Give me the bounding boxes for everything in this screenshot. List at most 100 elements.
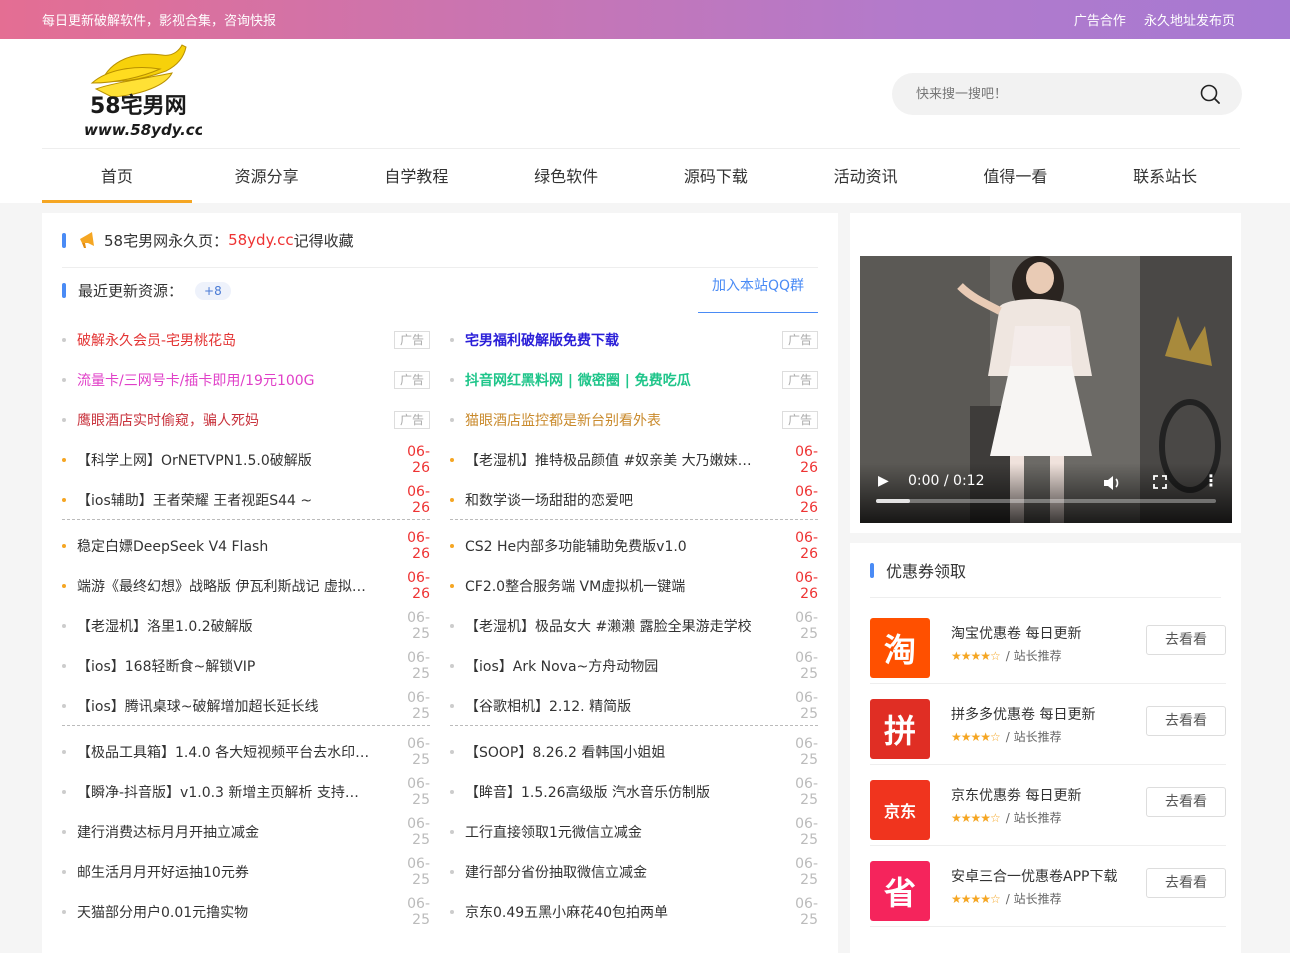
- item-title[interactable]: 【眸音】1.5.26高级版 汽水音乐仿制版: [465, 782, 778, 802]
- view-coupon-button[interactable]: 去看看: [1146, 868, 1226, 898]
- view-coupon-button[interactable]: 去看看: [1146, 706, 1226, 736]
- resource-list-item[interactable]: 【瞬净-抖音版】v1.0.3 新增主页解析 支持视频批量 06-25: [62, 772, 430, 812]
- video-progress-bar[interactable]: [876, 499, 1216, 503]
- resource-list-item[interactable]: CF2.0整合服务端 VM虚拟机一键端 06-26: [450, 566, 818, 606]
- item-title[interactable]: 建行部分省份抽取微信立减金: [465, 862, 778, 882]
- ad-tag: 广告: [781, 371, 818, 389]
- item-title[interactable]: 工行直接领取1元微信立减金: [465, 822, 778, 842]
- volume-icon[interactable]: [1103, 475, 1121, 491]
- coupon-app-icon[interactable]: 京东: [870, 780, 930, 840]
- resource-list-item[interactable]: 【科学上网】OrNETVPN1.5.0破解版 06-26: [62, 440, 430, 480]
- item-title[interactable]: 【ios】腾讯桌球~破解增加超长延长线: [77, 696, 390, 716]
- item-title[interactable]: 【ios辅助】王者荣耀 王者视距S44 ~: [77, 490, 390, 510]
- resource-list-item[interactable]: 【ios】腾讯桌球~破解增加超长延长线 06-25: [62, 686, 430, 726]
- ad-list-item[interactable]: 宅男福利破解版免费下载 广告: [450, 320, 818, 360]
- item-title[interactable]: 鹰眼酒店实时偷窥，骗人死妈: [77, 410, 394, 430]
- resource-list-item[interactable]: 【眸音】1.5.26高级版 汽水音乐仿制版 06-25: [450, 772, 818, 812]
- ad-list-item[interactable]: 破解永久会员-宅男桃花岛 广告: [62, 320, 430, 360]
- coupon-app-icon[interactable]: 省: [870, 861, 930, 921]
- view-coupon-button[interactable]: 去看看: [1146, 787, 1226, 817]
- nav-item-tutorials[interactable]: 自学教程: [342, 149, 492, 203]
- resource-list-item[interactable]: 和数学谈一场甜甜的恋爱吧 06-26: [450, 480, 818, 520]
- coupon-name[interactable]: 安卓三合一优惠卷APP下载: [951, 866, 1117, 886]
- search-input[interactable]: [892, 73, 1182, 115]
- nav-item-events[interactable]: 活动资讯: [791, 149, 941, 203]
- resource-list-item[interactable]: 【极品工具箱】1.4.0 各大短视频平台去水印 工具 06-25: [62, 732, 430, 772]
- item-title[interactable]: 端游《最终幻想》战略版 伊瓦利斯战记 虚拟机一键端: [77, 576, 390, 596]
- nav-item-worth-seeing[interactable]: 值得一看: [941, 149, 1091, 203]
- ad-list-item[interactable]: 流量卡/三网号卡/插卡即用/19元100G 广告: [62, 360, 430, 400]
- resource-list-item[interactable]: 【ios辅助】王者荣耀 王者视距S44 ~ 06-26: [62, 480, 430, 520]
- item-title[interactable]: 天猫部分用户0.01元撸实物: [77, 902, 390, 922]
- ad-list-item[interactable]: 抖音网红黑料网 | 微密圈 | 免费吃瓜 广告: [450, 360, 818, 400]
- item-title[interactable]: 邮生活月月开好运抽10元券: [77, 862, 390, 882]
- notice-suffix: 记得收藏: [293, 231, 354, 250]
- resource-list-item[interactable]: 建行消费达标月月开抽立减金 06-25: [62, 812, 430, 852]
- resource-list-item[interactable]: 【谷歌相机】2.12. 精简版 06-25: [450, 686, 818, 726]
- coupon-meta: ★★★★☆ / 站长推荐: [951, 728, 1062, 745]
- video-player[interactable]: ▶ 0:00 / 0:12 ⋮: [860, 256, 1232, 523]
- resource-list-item[interactable]: 【ios】Ark Nova~方舟动物园 06-25: [450, 646, 818, 686]
- notice-bar: 58宅男网永久页： 58ydy.cc 记得收藏: [62, 213, 818, 268]
- item-title[interactable]: 流量卡/三网号卡/插卡即用/19元100G: [77, 370, 394, 390]
- nav-item-home[interactable]: 首页: [42, 149, 192, 203]
- ad-cooperation-link[interactable]: 广告合作: [1074, 14, 1126, 29]
- resource-list-item[interactable]: 【老湿机】推特极品颜值 #奴亲美 大乃嫩妹网黄合集 06-26: [450, 440, 818, 480]
- item-title[interactable]: 【瞬净-抖音版】v1.0.3 新增主页解析 支持视频批量: [77, 782, 390, 802]
- nav-item-resources[interactable]: 资源分享: [192, 149, 342, 203]
- notice-domain[interactable]: 58ydy.cc: [228, 231, 294, 249]
- item-title[interactable]: CS2 He内部多功能辅助免费版v1.0: [465, 536, 778, 556]
- item-title[interactable]: 抖音网红黑料网 | 微密圈 | 免费吃瓜: [465, 370, 782, 390]
- nav-item-contact[interactable]: 联系站长: [1090, 149, 1240, 203]
- item-title[interactable]: 【老湿机】洛里1.0.2破解版: [77, 616, 390, 636]
- bullet-dot: [62, 624, 66, 628]
- item-title[interactable]: 京东0.49五黑小麻花40包拍两单: [465, 902, 778, 922]
- resource-list-item[interactable]: 邮生活月月开好运抽10元券 06-25: [62, 852, 430, 892]
- resource-list-item[interactable]: 天猫部分用户0.01元撸实物 06-25: [62, 892, 430, 932]
- item-title[interactable]: 【谷歌相机】2.12. 精简版: [465, 696, 778, 716]
- rating-stars-icon: ★★★★☆: [951, 811, 1001, 825]
- permanent-address-link[interactable]: 永久地址发布页: [1144, 14, 1235, 29]
- nav-item-source-code[interactable]: 源码下载: [641, 149, 791, 203]
- item-title[interactable]: 【SOOP】8.26.2 看韩国小姐姐: [465, 742, 778, 762]
- join-qq-group-link[interactable]: 加入本站QQ群: [698, 268, 818, 313]
- resource-list-item[interactable]: 京东0.49五黑小麻花40包拍两单 06-25: [450, 892, 818, 932]
- coupon-name[interactable]: 拼多多优惠卷 每日更新: [951, 704, 1095, 724]
- site-slogan: 每日更新破解软件，影视合集，咨询快报: [42, 14, 277, 29]
- search-icon[interactable]: [1200, 84, 1220, 104]
- ad-list-item[interactable]: 猫眼酒店监控都是新台别看外表 广告: [450, 400, 818, 440]
- item-title[interactable]: 宅男福利破解版免费下载: [465, 330, 782, 350]
- item-title[interactable]: 猫眼酒店监控都是新台别看外表: [465, 410, 782, 430]
- coupon-name[interactable]: 京东优惠劵 每日更新: [951, 785, 1081, 805]
- view-coupon-button[interactable]: 去看看: [1146, 625, 1226, 655]
- ad-list-item[interactable]: 鹰眼酒店实时偷窥，骗人死妈 广告: [62, 400, 430, 440]
- resource-list-item[interactable]: 工行直接领取1元微信立减金 06-25: [450, 812, 818, 852]
- resource-list-item[interactable]: 【ios】168轻断食~解锁VIP 06-25: [62, 646, 430, 686]
- item-title[interactable]: 破解永久会员-宅男桃花岛: [77, 330, 394, 350]
- coupon-app-icon[interactable]: 拼: [870, 699, 930, 759]
- item-title[interactable]: 【极品工具箱】1.4.0 各大短视频平台去水印 工具: [77, 742, 390, 762]
- resource-list-item[interactable]: CS2 He内部多功能辅助免费版v1.0 06-26: [450, 526, 818, 566]
- item-title[interactable]: 【老湿机】极品女大 #濑濑 露脸全果游走学校: [465, 616, 778, 636]
- play-icon[interactable]: ▶: [878, 473, 889, 489]
- item-title[interactable]: CF2.0整合服务端 VM虚拟机一键端: [465, 576, 778, 596]
- resource-list-item[interactable]: 建行部分省份抽取微信立减金 06-25: [450, 852, 818, 892]
- item-title[interactable]: 【科学上网】OrNETVPN1.5.0破解版: [77, 450, 390, 470]
- item-title[interactable]: 【老湿机】推特极品颜值 #奴亲美 大乃嫩妹网黄合集: [465, 450, 778, 470]
- resource-list-item[interactable]: 稳定白嫖DeepSeek V4 Flash 06-26: [62, 526, 430, 566]
- coupon-name[interactable]: 淘宝优惠卷 每日更新: [951, 623, 1081, 643]
- site-logo[interactable]: 58宅男网 www.58ydy.cc: [82, 43, 202, 143]
- resource-list-item[interactable]: 【SOOP】8.26.2 看韩国小姐姐 06-25: [450, 732, 818, 772]
- item-title[interactable]: 和数学谈一场甜甜的恋爱吧: [465, 490, 778, 510]
- item-title[interactable]: 稳定白嫖DeepSeek V4 Flash: [77, 536, 390, 556]
- item-title[interactable]: 【ios】168轻断食~解锁VIP: [77, 656, 390, 676]
- coupon-app-icon[interactable]: 淘: [870, 618, 930, 678]
- resource-list-item[interactable]: 【老湿机】洛里1.0.2破解版 06-25: [62, 606, 430, 646]
- resource-list-item[interactable]: 【老湿机】极品女大 #濑濑 露脸全果游走学校 06-25: [450, 606, 818, 646]
- resource-list-item[interactable]: 端游《最终幻想》战略版 伊瓦利斯战记 虚拟机一键端 06-26: [62, 566, 430, 606]
- nav-item-software[interactable]: 绿色软件: [491, 149, 641, 203]
- item-title[interactable]: 建行消费达标月月开抽立减金: [77, 822, 390, 842]
- more-options-icon[interactable]: ⋮: [1203, 471, 1219, 490]
- fullscreen-icon[interactable]: [1153, 475, 1167, 489]
- item-title[interactable]: 【ios】Ark Nova~方舟动物园: [465, 656, 778, 676]
